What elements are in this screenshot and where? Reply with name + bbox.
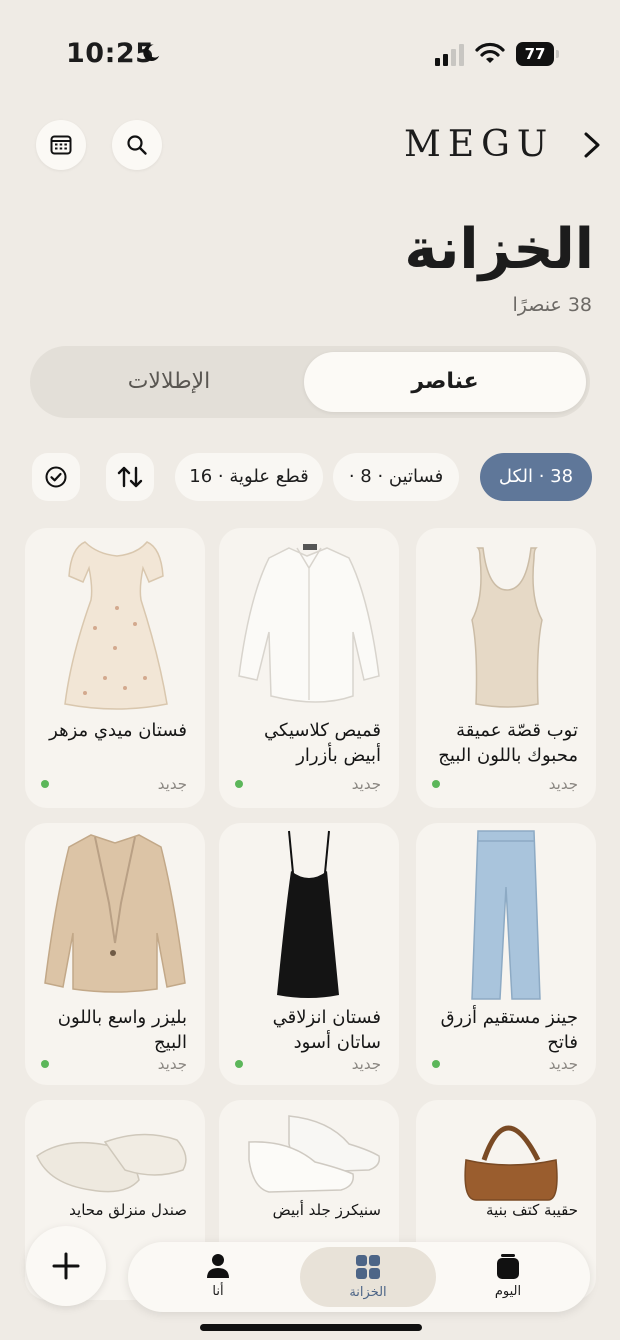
item-tag-new: جديد xyxy=(548,1055,578,1073)
battery-icon: 77 xyxy=(516,42,559,66)
item-image-black-slip-dress xyxy=(277,830,339,998)
chevron-right-icon[interactable] xyxy=(578,130,606,160)
nav-label: أنا xyxy=(212,1284,224,1299)
calendar-icon xyxy=(50,135,72,155)
item-name: حقيبة كتف بنية xyxy=(486,1201,578,1219)
item-name: سنيكرز جلد أبيض xyxy=(272,1201,381,1219)
new-status-dot xyxy=(235,780,243,788)
item-count: 38 عنصرًا xyxy=(512,294,592,316)
nav-wardrobe[interactable]: الخزانة xyxy=(300,1247,436,1307)
bottom-nav: أنا الخزانة اليوم xyxy=(128,1242,590,1312)
item-image-floral-dress xyxy=(64,541,168,710)
item-name: صندل منزلق محايد xyxy=(69,1201,187,1219)
today-card-icon xyxy=(497,1254,519,1279)
item-card[interactable]: توب قصّة عميقة محبوك باللون البيج جديد xyxy=(416,528,596,808)
item-image-tank-top xyxy=(471,547,543,708)
home-indicator xyxy=(200,1324,422,1331)
moon-icon xyxy=(143,44,160,61)
nav-label: الخزانة xyxy=(349,1285,387,1300)
nav-me[interactable]: أنا xyxy=(170,1242,266,1312)
item-name: توب قصّة عميقة محبوك باللون البيج xyxy=(438,720,578,766)
battery-level: 77 xyxy=(524,45,546,63)
item-image-white-shirt xyxy=(238,544,380,703)
nav-today[interactable]: اليوم xyxy=(458,1242,558,1312)
brand-logo: MEGU xyxy=(404,124,555,165)
item-name: فستان انزلاقي ساتان أسود xyxy=(272,1007,381,1053)
new-status-dot xyxy=(41,1060,49,1068)
item-card[interactable]: فستان ميدي مزهر جديد xyxy=(25,528,205,808)
item-card[interactable]: قميص كلاسيكي أبيض بأزرار جديد xyxy=(219,528,399,808)
status-bar: 10:25 77 xyxy=(0,0,620,110)
item-name: قميص كلاسيكي أبيض بأزرار xyxy=(264,720,381,766)
filter-chip-tops[interactable]: قطع علوية · 16 xyxy=(175,453,323,501)
plus-icon xyxy=(52,1252,80,1280)
person-icon xyxy=(207,1254,229,1278)
item-name: فستان ميدي مزهر xyxy=(49,720,187,741)
new-status-dot xyxy=(432,780,440,788)
nav-label: اليوم xyxy=(494,1284,522,1299)
item-card[interactable]: جينز مستقيم أزرق فاتح جديد xyxy=(416,823,596,1085)
item-image-beige-blazer xyxy=(44,834,186,993)
add-item-button[interactable] xyxy=(26,1226,106,1306)
item-card[interactable]: فستان انزلاقي ساتان أسود جديد xyxy=(219,823,399,1085)
wifi-icon xyxy=(475,42,505,63)
item-tag-new: جديد xyxy=(351,775,381,793)
item-name: بليزر واسع باللون البيج xyxy=(57,1007,187,1053)
new-status-dot xyxy=(432,1060,440,1068)
new-status-dot xyxy=(41,780,49,788)
sort-button[interactable] xyxy=(106,453,154,501)
view-switcher: عناصر الإطلالات xyxy=(30,346,590,418)
item-image-jeans xyxy=(471,830,541,1000)
sort-arrows-icon xyxy=(117,466,143,488)
item-card[interactable]: بليزر واسع باللون البيج جديد xyxy=(25,823,205,1085)
check-circle-icon xyxy=(45,466,67,488)
page-title: الخزانة xyxy=(404,217,594,282)
new-status-dot xyxy=(235,1060,243,1068)
tab-outfits[interactable]: الإطلالات xyxy=(36,352,302,412)
calendar-button[interactable] xyxy=(36,120,86,170)
item-tag-new: جديد xyxy=(157,1055,187,1073)
cellular-signal-icon xyxy=(435,44,464,66)
item-tag-new: جديد xyxy=(548,775,578,793)
filter-chip-all[interactable]: 38 · الكل xyxy=(480,453,592,501)
grid-icon xyxy=(356,1255,380,1279)
search-button[interactable] xyxy=(112,120,162,170)
item-tag-new: جديد xyxy=(157,775,187,793)
item-tag-new: جديد xyxy=(351,1055,381,1073)
tab-items[interactable]: عناصر xyxy=(304,352,586,412)
item-name: جينز مستقيم أزرق فاتح xyxy=(440,1007,578,1053)
search-icon xyxy=(127,135,147,155)
filter-chip-dresses[interactable]: فساتين · 8 · xyxy=(333,453,459,501)
select-button[interactable] xyxy=(32,453,80,501)
